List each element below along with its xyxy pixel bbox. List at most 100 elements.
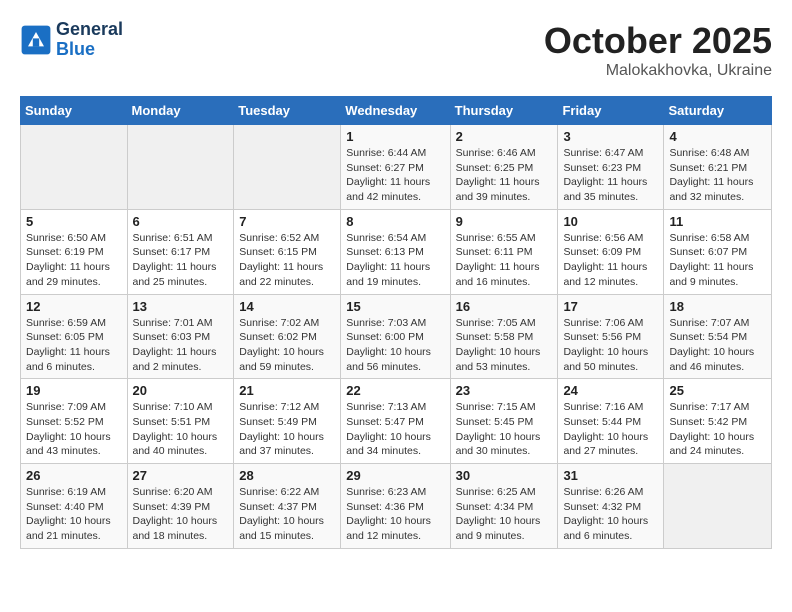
day-number: 23 [456, 383, 553, 398]
calendar-cell: 8Sunrise: 6:54 AM Sunset: 6:13 PM Daylig… [341, 209, 450, 294]
day-number: 22 [346, 383, 444, 398]
calendar-cell: 6 Sunrise: 6:51 AM Sunset: 6:17 PM Daylig… [127, 209, 234, 294]
calendar-cell: 10 Sunrise: 6:56 AM Sunset: 6:09 PM Dayli… [558, 209, 664, 294]
day-info: Sunrise: 6:20 AM Sunset: 4:39 PM Dayligh… [133, 485, 229, 544]
day-number: 3 [563, 129, 658, 144]
calendar-cell: 22 Sunrise: 7:13 AM Sunset: 5:47 PM Dayli… [341, 379, 450, 464]
calendar-title: October 2025 [544, 20, 772, 62]
day-number: 27 [133, 468, 229, 483]
calendar-cell: 23Sunrise: 7:15 AM Sunset: 5:45 PM Dayli… [450, 379, 558, 464]
calendar-cell [664, 464, 772, 549]
title-block: October 2025 Malokakhovka, Ukraine [544, 20, 772, 80]
weekday-header-saturday: Saturday [664, 97, 772, 125]
day-number: 1 [346, 129, 444, 144]
day-info: Sunrise: 6:47 AM Sunset: 6:23 PM Dayligh… [563, 146, 658, 205]
logo-icon [20, 24, 52, 56]
day-info: Sunrise: 6:19 AM Sunset: 4:40 PM Dayligh… [26, 485, 122, 544]
day-info: Sunrise: 7:03 AM Sunset: 6:00 PM Dayligh… [346, 316, 444, 375]
day-info: Sunrise: 7:13 AM Sunset: 5:47 PM Dayligh… [346, 400, 444, 459]
day-info: Sunrise: 6:56 AM Sunset: 6:09 PM Dayligh… [563, 231, 658, 290]
calendar-cell: 3 Sunrise: 6:47 AM Sunset: 6:23 PM Daylig… [558, 125, 664, 210]
day-info: Sunrise: 6:48 AM Sunset: 6:21 PM Dayligh… [669, 146, 766, 205]
day-number: 16 [456, 299, 553, 314]
weekday-header-monday: Monday [127, 97, 234, 125]
day-number: 13 [133, 299, 229, 314]
day-number: 20 [133, 383, 229, 398]
day-number: 5 [26, 214, 122, 229]
day-number: 2 [456, 129, 553, 144]
day-info: Sunrise: 6:51 AM Sunset: 6:17 PM Dayligh… [133, 231, 229, 290]
day-number: 4 [669, 129, 766, 144]
calendar-cell: 11 Sunrise: 6:58 AM Sunset: 6:07 PM Dayli… [664, 209, 772, 294]
weekday-header-row: SundayMondayTuesdayWednesdayThursdayFrid… [21, 97, 772, 125]
day-info: Sunrise: 6:52 AM Sunset: 6:15 PM Dayligh… [239, 231, 335, 290]
day-info: Sunrise: 7:09 AM Sunset: 5:52 PM Dayligh… [26, 400, 122, 459]
day-info: Sunrise: 7:07 AM Sunset: 5:54 PM Dayligh… [669, 316, 766, 375]
day-info: Sunrise: 6:22 AM Sunset: 4:37 PM Dayligh… [239, 485, 335, 544]
calendar-cell: 1 Sunrise: 6:44 AM Sunset: 6:27 PM Daylig… [341, 125, 450, 210]
calendar-cell: 26 Sunrise: 6:19 AM Sunset: 4:40 PM Dayli… [21, 464, 128, 549]
calendar-cell: 9 Sunrise: 6:55 AM Sunset: 6:11 PM Daylig… [450, 209, 558, 294]
day-info: Sunrise: 6:46 AM Sunset: 6:25 PM Dayligh… [456, 146, 553, 205]
calendar-cell: 28 Sunrise: 6:22 AM Sunset: 4:37 PM Dayli… [234, 464, 341, 549]
calendar-cell [234, 125, 341, 210]
day-info: Sunrise: 6:44 AM Sunset: 6:27 PM Dayligh… [346, 146, 444, 205]
weekday-header-thursday: Thursday [450, 97, 558, 125]
weekday-header-tuesday: Tuesday [234, 97, 341, 125]
calendar-cell: 18 Sunrise: 7:07 AM Sunset: 5:54 PM Dayli… [664, 294, 772, 379]
day-number: 24 [563, 383, 658, 398]
calendar-cell: 30 Sunrise: 6:25 AM Sunset: 4:34 PM Dayli… [450, 464, 558, 549]
day-number: 21 [239, 383, 335, 398]
day-info: Sunrise: 6:23 AM Sunset: 4:36 PM Dayligh… [346, 485, 444, 544]
day-info: Sunrise: 6:50 AM Sunset: 6:19 PM Dayligh… [26, 231, 122, 290]
day-info: Sunrise: 7:06 AM Sunset: 5:56 PM Dayligh… [563, 316, 658, 375]
day-number: 14 [239, 299, 335, 314]
calendar-cell [21, 125, 128, 210]
calendar-cell: 21 Sunrise: 7:12 AM Sunset: 5:49 PM Dayli… [234, 379, 341, 464]
calendar-cell: 20 Sunrise: 7:10 AM Sunset: 5:51 PM Dayli… [127, 379, 234, 464]
calendar-cell: 29 Sunrise: 6:23 AM Sunset: 4:36 PM Dayli… [341, 464, 450, 549]
calendar-cell: 14 Sunrise: 7:02 AM Sunset: 6:02 PM Dayli… [234, 294, 341, 379]
calendar-cell: 25 Sunrise: 7:17 AM Sunset: 5:42 PM Dayli… [664, 379, 772, 464]
day-number: 6 [133, 214, 229, 229]
day-number: 30 [456, 468, 553, 483]
day-number: 11 [669, 214, 766, 229]
calendar-cell: 27 Sunrise: 6:20 AM Sunset: 4:39 PM Dayli… [127, 464, 234, 549]
calendar-subtitle: Malokakhovka, Ukraine [544, 62, 772, 80]
day-number: 31 [563, 468, 658, 483]
day-info: Sunrise: 7:10 AM Sunset: 5:51 PM Dayligh… [133, 400, 229, 459]
day-number: 26 [26, 468, 122, 483]
day-info: Sunrise: 7:12 AM Sunset: 5:49 PM Dayligh… [239, 400, 335, 459]
day-number: 8 [346, 214, 444, 229]
day-number: 12 [26, 299, 122, 314]
page-header: General Blue October 2025 Malokakhovka, … [20, 20, 772, 80]
calendar-cell: 13Sunrise: 7:01 AM Sunset: 6:03 PM Dayli… [127, 294, 234, 379]
calendar-cell: 31 Sunrise: 6:26 AM Sunset: 4:32 PM Dayli… [558, 464, 664, 549]
day-info: Sunrise: 6:58 AM Sunset: 6:07 PM Dayligh… [669, 231, 766, 290]
day-info: Sunrise: 6:55 AM Sunset: 6:11 PM Dayligh… [456, 231, 553, 290]
day-number: 28 [239, 468, 335, 483]
logo-text: General Blue [56, 20, 123, 60]
calendar-cell: 5 Sunrise: 6:50 AM Sunset: 6:19 PM Daylig… [21, 209, 128, 294]
day-number: 10 [563, 214, 658, 229]
day-number: 17 [563, 299, 658, 314]
day-info: Sunrise: 7:02 AM Sunset: 6:02 PM Dayligh… [239, 316, 335, 375]
weekday-header-wednesday: Wednesday [341, 97, 450, 125]
day-info: Sunrise: 6:26 AM Sunset: 4:32 PM Dayligh… [563, 485, 658, 544]
day-info: Sunrise: 6:59 AM Sunset: 6:05 PM Dayligh… [26, 316, 122, 375]
calendar-cell: 12 Sunrise: 6:59 AM Sunset: 6:05 PM Dayli… [21, 294, 128, 379]
day-number: 25 [669, 383, 766, 398]
day-number: 18 [669, 299, 766, 314]
day-number: 9 [456, 214, 553, 229]
calendar-cell: 16Sunrise: 7:05 AM Sunset: 5:58 PM Dayli… [450, 294, 558, 379]
calendar-week-2: 5 Sunrise: 6:50 AM Sunset: 6:19 PM Daylig… [21, 209, 772, 294]
calendar-week-4: 19Sunrise: 7:09 AM Sunset: 5:52 PM Dayli… [21, 379, 772, 464]
calendar-cell: 24Sunrise: 7:16 AM Sunset: 5:44 PM Dayli… [558, 379, 664, 464]
calendar-week-3: 12 Sunrise: 6:59 AM Sunset: 6:05 PM Dayli… [21, 294, 772, 379]
day-info: Sunrise: 7:17 AM Sunset: 5:42 PM Dayligh… [669, 400, 766, 459]
weekday-header-friday: Friday [558, 97, 664, 125]
day-info: Sunrise: 6:25 AM Sunset: 4:34 PM Dayligh… [456, 485, 553, 544]
day-number: 29 [346, 468, 444, 483]
weekday-header-sunday: Sunday [21, 97, 128, 125]
calendar-cell: 17 Sunrise: 7:06 AM Sunset: 5:56 PM Dayli… [558, 294, 664, 379]
